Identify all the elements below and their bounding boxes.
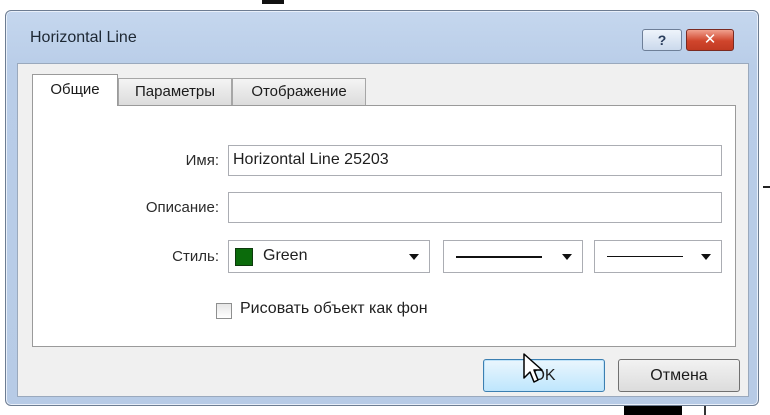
tab-display[interactable]: Отображение	[232, 78, 366, 105]
solid-line-icon	[456, 256, 542, 258]
tab-parameters[interactable]: Параметры	[118, 78, 232, 105]
cancel-button[interactable]: Отмена	[618, 359, 740, 392]
chevron-down-icon	[409, 254, 419, 260]
line-style-dropdown[interactable]	[443, 240, 583, 273]
background-mark-right	[763, 186, 770, 188]
chevron-down-icon	[701, 254, 711, 260]
help-button[interactable]: ?	[642, 29, 682, 51]
thin-line-icon	[607, 256, 683, 257]
close-icon: ✕	[703, 31, 717, 48]
chevron-down-icon	[562, 254, 572, 260]
description-label: Описание:	[145, 199, 219, 216]
draw-as-background-checkbox[interactable]	[216, 303, 232, 319]
dialog-window: Horizontal Line ? ✕ Общие Параметры Отоб…	[5, 10, 759, 406]
color-dropdown-value: Green	[263, 247, 308, 264]
description-field[interactable]	[228, 192, 722, 223]
help-icon: ?	[657, 32, 667, 48]
title-bar[interactable]: Horizontal Line ? ✕	[6, 11, 758, 63]
line-width-dropdown[interactable]	[594, 240, 722, 273]
background-line-top	[262, 0, 284, 4]
color-dropdown[interactable]: Green	[228, 240, 430, 273]
draw-as-background-label[interactable]: Рисовать объект как фон	[240, 300, 428, 318]
name-label: Имя:	[185, 152, 219, 169]
style-label: Стиль:	[172, 248, 219, 265]
dialog-client-area: Общие Параметры Отображение Имя: Horizon…	[17, 63, 749, 397]
tab-general[interactable]: Общие	[32, 74, 118, 106]
background-block-bottom	[624, 405, 682, 415]
close-button[interactable]: ✕	[686, 29, 734, 51]
name-field[interactable]: Horizontal Line 25203	[228, 145, 722, 176]
dialog-title: Horizontal Line	[30, 29, 137, 46]
mouse-cursor-icon	[523, 353, 543, 383]
color-swatch	[235, 248, 253, 266]
